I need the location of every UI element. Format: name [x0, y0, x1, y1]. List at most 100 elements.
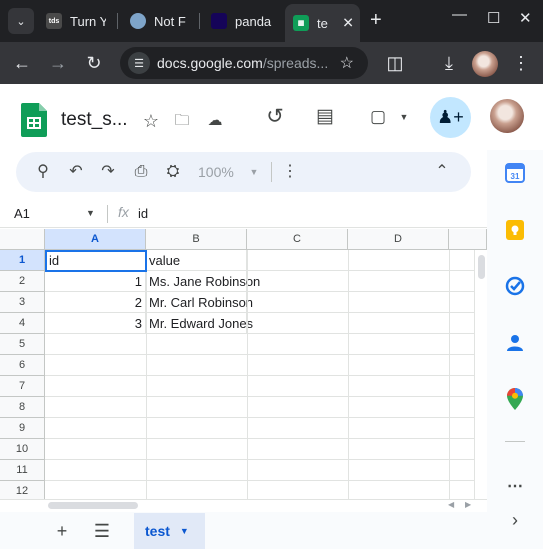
column-header-c[interactable]: C — [247, 229, 348, 250]
calendar-glyph: 31 — [505, 163, 525, 183]
browser-tab-active[interactable]: ▦ te ✕ — [285, 4, 360, 42]
star-icon[interactable]: ☆ — [139, 109, 163, 133]
new-tab-button[interactable]: + — [370, 9, 382, 31]
formatting-toolbar: ⚲ ↶ ↷ ⎙ ⛭ 100% ▼ ⋮ ⌃ — [16, 152, 471, 192]
maps-icon[interactable] — [503, 387, 527, 411]
browser-tab-1[interactable]: tds Turn Y — [46, 8, 106, 34]
more-apps-icon[interactable]: ⋯ — [503, 474, 527, 498]
row-header[interactable]: 9 — [0, 418, 45, 439]
keep-glyph — [506, 220, 524, 240]
sheet-tab-chevron-down-icon[interactable]: ▼ — [180, 526, 189, 536]
browser-toolbar: ← → ↻ ☰ docs.google.com/spreads... ☆ ◫ ⤓… — [0, 42, 543, 84]
tab-search-button[interactable]: ⌄ — [8, 8, 34, 34]
horizontal-scroll-thumb[interactable] — [48, 502, 138, 509]
row-header[interactable]: 7 — [0, 376, 45, 397]
row-header[interactable]: 6 — [0, 355, 45, 376]
sheets-logo-icon[interactable] — [21, 103, 47, 137]
row-header[interactable]: 3 — [0, 292, 45, 313]
row-header[interactable]: 12 — [0, 481, 45, 499]
tasks-glyph — [505, 276, 525, 296]
close-tab-icon[interactable]: ✕ — [342, 15, 354, 32]
forward-button[interactable]: → — [47, 52, 69, 74]
function-icon: fx — [118, 204, 129, 220]
extensions-icon[interactable]: ◫ — [384, 52, 406, 74]
version-history-icon[interactable]: ↺ — [263, 105, 287, 129]
address-bar[interactable]: ☰ docs.google.com/spreads... ☆ — [120, 47, 368, 79]
browser-profile-avatar[interactable] — [472, 51, 498, 77]
row-header[interactable]: 4 — [0, 313, 45, 334]
vertical-scroll-thumb[interactable] — [478, 255, 485, 279]
calendar-icon[interactable]: 31 — [503, 161, 527, 185]
row-header[interactable]: 8 — [0, 397, 45, 418]
minimize-button[interactable]: — — [452, 6, 467, 23]
meet-video-icon[interactable]: ▢ — [366, 105, 390, 129]
tasks-icon[interactable] — [503, 274, 527, 298]
search-icon[interactable]: ⚲ — [33, 162, 53, 182]
column-header-e[interactable] — [449, 229, 487, 250]
all-sheets-icon[interactable]: ☰ — [92, 521, 112, 541]
tab-divider — [199, 13, 200, 29]
row-header[interactable]: 2 — [0, 271, 45, 292]
add-sheet-icon[interactable]: + — [52, 521, 72, 541]
row-header[interactable]: 11 — [0, 460, 45, 481]
cloud-status-icon[interactable]: ☁ — [203, 109, 227, 133]
browser-menu-icon[interactable]: ⋮ — [510, 52, 532, 74]
contacts-glyph — [507, 335, 523, 351]
undo-icon[interactable]: ↶ — [66, 162, 86, 182]
tab-label: Turn Y — [70, 13, 106, 29]
sheet-tab-label: test — [145, 523, 170, 539]
site-info-icon[interactable]: ☰ — [128, 52, 150, 74]
scroll-right-icon[interactable]: ▶ — [465, 500, 471, 509]
download-icon[interactable]: ⤓ — [438, 52, 460, 74]
vertical-scrollbar[interactable] — [474, 250, 487, 499]
tab-label: panda — [235, 13, 272, 29]
tab-favicon-icon — [130, 13, 146, 29]
maximize-button[interactable]: ☐ — [487, 9, 500, 27]
column-header-d[interactable]: D — [348, 229, 449, 250]
account-avatar[interactable] — [490, 99, 524, 133]
browser-tab-3[interactable]: panda — [211, 8, 275, 34]
meet-dropdown-chevron-icon[interactable]: ▼ — [392, 105, 416, 129]
contacts-icon[interactable] — [503, 331, 527, 355]
sheets-favicon-icon: ▦ — [293, 15, 309, 31]
back-button[interactable]: ← — [11, 52, 33, 74]
name-box[interactable]: A1 — [14, 206, 30, 221]
formula-bar-divider — [107, 205, 108, 223]
name-box-chevron-down-icon[interactable]: ▼ — [86, 208, 95, 218]
tab-label: te — [317, 15, 328, 31]
cell-a1[interactable]: id — [45, 250, 147, 272]
formula-input[interactable]: id — [138, 206, 148, 221]
collapse-menu-chevron-icon[interactable]: ⌃ — [432, 162, 452, 182]
column-header-b[interactable]: B — [146, 229, 247, 250]
zoom-select[interactable]: 100% — [198, 164, 234, 180]
row-header[interactable]: 1 — [0, 250, 45, 271]
keep-icon[interactable] — [503, 218, 527, 242]
browser-tab-2[interactable]: Not F — [130, 8, 190, 34]
spreadsheet-grid[interactable]: A B C D 1 2 3 4 5 6 7 8 9 10 11 12 id va… — [0, 229, 487, 499]
expand-panel-chevron-icon[interactable]: › — [503, 508, 527, 532]
toolbar-divider — [271, 162, 272, 182]
bookmark-star-icon[interactable]: ☆ — [340, 53, 354, 73]
more-options-icon[interactable]: ⋮ — [280, 162, 300, 182]
move-folder-icon[interactable]: 🗀 — [170, 109, 194, 133]
redo-icon[interactable]: ↷ — [98, 162, 118, 182]
formula-bar: A1 ▼ fx id — [0, 200, 487, 228]
column-header-a[interactable]: A — [45, 229, 146, 250]
zoom-chevron-down-icon[interactable]: ▼ — [244, 162, 264, 182]
print-icon[interactable]: ⎙ — [131, 162, 151, 182]
sheet-tabs-bar — [0, 512, 487, 549]
paint-format-icon[interactable]: ⛭ — [163, 162, 183, 182]
share-button[interactable]: ♟+ — [430, 97, 471, 138]
select-all-corner[interactable] — [0, 229, 45, 250]
chevron-down-icon: ⌄ — [16, 15, 26, 28]
row-header[interactable]: 5 — [0, 334, 45, 355]
close-window-button[interactable]: ✕ — [519, 9, 532, 27]
document-title[interactable]: test_s... — [61, 109, 128, 131]
empty-grid-lines — [45, 250, 487, 499]
reload-button[interactable]: ↻ — [83, 52, 105, 74]
row-header[interactable]: 10 — [0, 439, 45, 460]
scroll-left-icon[interactable]: ◀ — [448, 500, 454, 509]
comments-icon[interactable]: ▤ — [313, 105, 337, 129]
tab-favicon-icon — [211, 13, 227, 29]
sheet-tab-test[interactable]: test ▼ — [134, 513, 205, 549]
